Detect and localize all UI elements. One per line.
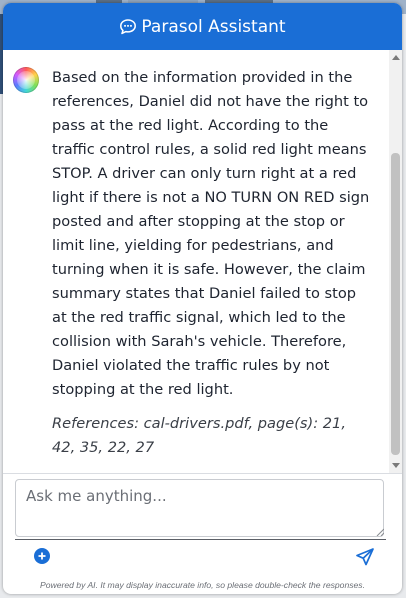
resize-grip-icon[interactable] bbox=[376, 528, 384, 536]
scrollbar-thumb[interactable] bbox=[391, 153, 400, 455]
chat-bubble-icon bbox=[120, 18, 137, 34]
message-list[interactable]: Based on the information provided in the… bbox=[3, 50, 389, 473]
assistant-message-content: Based on the information provided in the… bbox=[52, 66, 372, 460]
input-underline bbox=[15, 539, 386, 540]
send-button[interactable] bbox=[355, 547, 375, 567]
scroll-up-arrow-icon[interactable] bbox=[392, 55, 400, 60]
chat-header: Parasol Assistant bbox=[3, 3, 402, 50]
message-references: References: cal-drivers.pdf, page(s): 21… bbox=[52, 415, 346, 456]
message-input[interactable] bbox=[15, 479, 384, 537]
plus-circle-icon bbox=[38, 552, 46, 560]
composer-divider bbox=[3, 473, 402, 474]
scroll-down-arrow-icon[interactable] bbox=[392, 463, 400, 468]
chat-widget: Parasol Assistant Based on the informati… bbox=[3, 3, 402, 594]
message-scrollbar[interactable] bbox=[389, 50, 402, 473]
chat-title: Parasol Assistant bbox=[141, 16, 286, 37]
ai-disclaimer: Powered by AI. It may display inaccurate… bbox=[40, 580, 365, 590]
assistant-message-body: Based on the information provided in the… bbox=[52, 69, 370, 398]
assistant-avatar-icon bbox=[13, 67, 39, 93]
send-icon bbox=[356, 548, 374, 566]
attach-button[interactable] bbox=[34, 548, 50, 564]
